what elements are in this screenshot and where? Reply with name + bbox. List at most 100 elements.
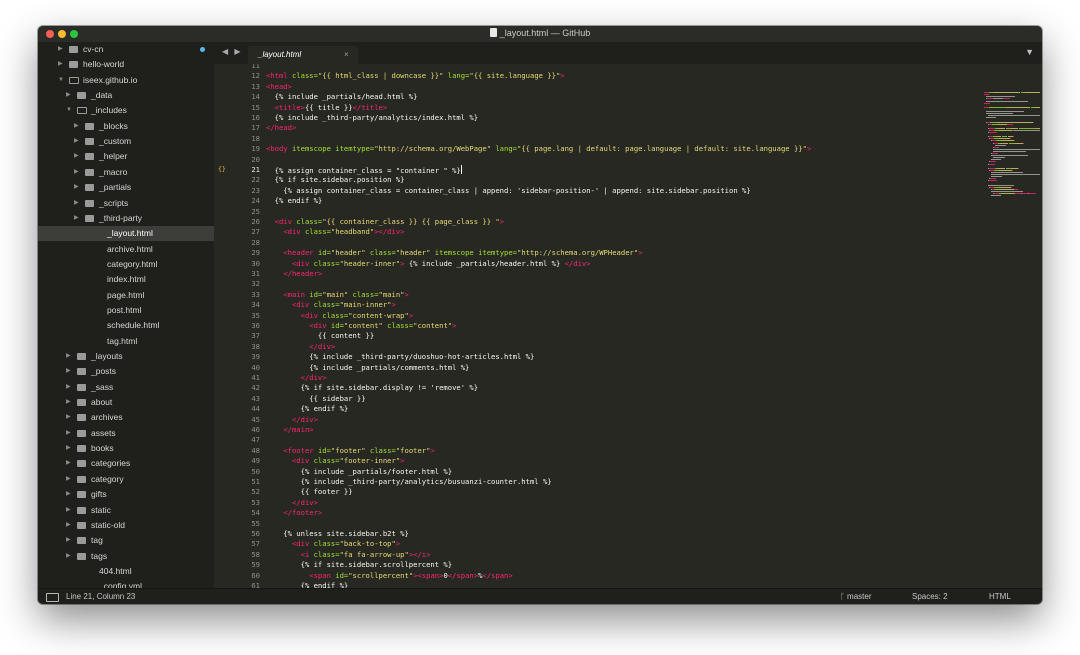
sidebar-folder[interactable]: ▶ categories bbox=[38, 456, 214, 471]
code-line[interactable]: <div class="header-inner"> {% include _p… bbox=[266, 259, 591, 269]
code-line[interactable]: {% assign container_class = container_cl… bbox=[266, 186, 750, 196]
sidebar-folder[interactable]: ▶ books bbox=[38, 441, 214, 456]
code-line[interactable]: <div class="main-inner"> bbox=[266, 300, 396, 310]
code-line[interactable]: {% include _partials/footer.html %} bbox=[266, 467, 452, 477]
code-line[interactable]: {% if site.sidebar.position %} bbox=[266, 175, 405, 185]
code-line[interactable]: {% endif %} bbox=[266, 404, 349, 414]
code-line[interactable]: {% include _partials/comments.html %} bbox=[266, 363, 469, 373]
minimap[interactable] bbox=[944, 64, 1042, 588]
sidebar-folder[interactable]: ▶ archives bbox=[38, 410, 214, 425]
sidebar-folder[interactable]: ▶ about bbox=[38, 395, 214, 410]
disclosure-closed-icon[interactable]: ▶ bbox=[66, 487, 71, 502]
code-line[interactable]: </header> bbox=[266, 269, 322, 279]
code-line[interactable]: {% include _third-party/duoshuo-hot-arti… bbox=[266, 352, 534, 362]
code-line[interactable]: </div> bbox=[266, 342, 335, 352]
code-line[interactable]: <div id="content" class="content"> bbox=[266, 321, 456, 331]
disclosure-closed-icon[interactable]: ▶ bbox=[74, 180, 79, 195]
code-line[interactable]: <body itemscope itemtype="http://schema.… bbox=[266, 144, 811, 154]
code-line[interactable]: <header id="header" class="header" items… bbox=[266, 248, 642, 258]
sidebar-folder[interactable]: ▶ static-old bbox=[38, 518, 214, 533]
disclosure-open-icon[interactable]: ▼ bbox=[58, 73, 64, 88]
sidebar-file[interactable]: schedule.html bbox=[38, 318, 214, 333]
code-editor[interactable]: {} 11 12 13 14 15 16 17 18 19 20 21 22 23 24 25 26 27 28 2… bbox=[214, 64, 944, 588]
sidebar-folder[interactable]: ▶ _third-party bbox=[38, 211, 214, 226]
code-line[interactable]: {% include _third-party/analytics/index.… bbox=[266, 113, 478, 123]
code-line[interactable]: <span id="scrollpercent"><span>0</span>%… bbox=[266, 571, 512, 581]
disclosure-closed-icon[interactable]: ▶ bbox=[58, 57, 63, 72]
code-line[interactable]: {% endif %} bbox=[266, 196, 323, 206]
sidebar-folder[interactable]: ▶ gifts bbox=[38, 487, 214, 502]
sidebar-file[interactable]: category.html bbox=[38, 257, 214, 272]
code-line[interactable]: {{ footer }} bbox=[266, 487, 353, 497]
code-line[interactable]: <html class="{{ html_class | downcase }}… bbox=[266, 71, 565, 81]
code-line[interactable]: {% include _partials/head.html %} bbox=[266, 92, 418, 102]
code-line[interactable]: <div class="{{ container_class }} {{ pag… bbox=[266, 217, 504, 227]
sidebar-file[interactable]: post.html bbox=[38, 303, 214, 318]
code-line[interactable]: </main> bbox=[266, 425, 313, 435]
sidebar-folder[interactable]: ▶ _helper bbox=[38, 149, 214, 164]
sidebar-folder[interactable]: ▼ _includes bbox=[38, 103, 214, 118]
disclosure-closed-icon[interactable]: ▶ bbox=[66, 456, 71, 471]
panel-toggle-icon[interactable] bbox=[46, 593, 59, 602]
code-line[interactable]: </div> bbox=[266, 415, 318, 425]
sidebar-file[interactable]: _layout.html bbox=[38, 226, 214, 242]
sidebar-file[interactable]: index.html bbox=[38, 272, 214, 287]
disclosure-closed-icon[interactable]: ▶ bbox=[66, 472, 71, 487]
disclosure-closed-icon[interactable]: ▶ bbox=[66, 395, 71, 410]
sidebar-folder[interactable]: ▶ assets bbox=[38, 426, 214, 441]
code-line[interactable]: <div class="headband"></div> bbox=[266, 227, 404, 237]
sidebar-file[interactable]: _config.yml bbox=[38, 579, 214, 588]
code-line[interactable]: <i class="fa fa-arrow-up"></i> bbox=[266, 550, 431, 560]
code-line[interactable]: </head> bbox=[266, 123, 296, 133]
sidebar-folder[interactable]: ▶ _partials bbox=[38, 180, 214, 195]
code-line[interactable]: <title>{{ title }}</title> bbox=[266, 103, 388, 113]
sidebar-folder[interactable]: ▶ _scripts bbox=[38, 196, 214, 211]
code-line[interactable]: <footer id="footer" class="footer"> bbox=[266, 446, 434, 456]
code-line[interactable]: {% if site.sidebar.display != 'remove' %… bbox=[266, 383, 478, 393]
disclosure-closed-icon[interactable]: ▶ bbox=[66, 380, 71, 395]
code-line[interactable]: {% endif %} bbox=[266, 581, 349, 588]
sidebar-folder[interactable]: ▶ static bbox=[38, 503, 214, 518]
sidebar-folder[interactable]: ▶ _macro bbox=[38, 165, 214, 180]
sidebar-folder[interactable]: ▶ _posts bbox=[38, 364, 214, 379]
sidebar-folder[interactable]: ▶ _layouts bbox=[38, 349, 214, 364]
code-line[interactable]: <div class="footer-inner"> bbox=[266, 456, 405, 466]
code-line[interactable]: <div class="back-to-top"> bbox=[266, 539, 400, 549]
sidebar-folder[interactable]: ▶ tags bbox=[38, 549, 214, 564]
tab-layout-html[interactable]: _layout.html × bbox=[248, 46, 358, 64]
disclosure-closed-icon[interactable]: ▶ bbox=[58, 42, 63, 57]
code-line[interactable]: {% if site.sidebar.scrollpercent %} bbox=[266, 560, 452, 570]
code-line[interactable]: {% include _third-party/analytics/busuan… bbox=[266, 477, 552, 487]
tab-nav-arrows[interactable]: ◀ ▶ bbox=[222, 47, 243, 56]
tab-dropdown-icon[interactable]: ▼ bbox=[1025, 47, 1034, 57]
disclosure-closed-icon[interactable]: ▶ bbox=[74, 196, 79, 211]
code-line[interactable]: {{ content }} bbox=[266, 331, 374, 341]
disclosure-closed-icon[interactable]: ▶ bbox=[66, 441, 71, 456]
disclosure-open-icon[interactable]: ▼ bbox=[66, 103, 72, 118]
git-branch[interactable]: ᚴ master bbox=[840, 592, 871, 601]
disclosure-closed-icon[interactable]: ▶ bbox=[66, 533, 71, 548]
sidebar-folder[interactable]: ▶ _data bbox=[38, 88, 214, 103]
code-line[interactable]: {{ sidebar }} bbox=[266, 394, 365, 404]
code-line[interactable]: </div> bbox=[266, 373, 327, 383]
disclosure-closed-icon[interactable]: ▶ bbox=[74, 119, 79, 134]
sidebar-folder[interactable]: ▶ cv-cn bbox=[38, 42, 214, 57]
disclosure-closed-icon[interactable]: ▶ bbox=[74, 211, 79, 226]
disclosure-closed-icon[interactable]: ▶ bbox=[66, 503, 71, 518]
code-line[interactable]: <div class="content-wrap"> bbox=[266, 311, 414, 321]
sidebar-file[interactable]: page.html bbox=[38, 288, 214, 303]
disclosure-closed-icon[interactable]: ▶ bbox=[66, 364, 71, 379]
disclosure-closed-icon[interactable]: ▶ bbox=[74, 134, 79, 149]
code-line[interactable]: <head> bbox=[266, 82, 292, 92]
sidebar-folder[interactable]: ▶ _blocks bbox=[38, 119, 214, 134]
indentation-setting[interactable]: Spaces: 2 bbox=[912, 592, 948, 601]
tab-close-icon[interactable]: × bbox=[344, 50, 349, 59]
sidebar-file[interactable]: archive.html bbox=[38, 242, 214, 257]
disclosure-closed-icon[interactable]: ▶ bbox=[74, 149, 79, 164]
sidebar-folder[interactable]: ▼ iseex.github.io bbox=[38, 73, 214, 88]
disclosure-closed-icon[interactable]: ▶ bbox=[66, 88, 71, 103]
disclosure-closed-icon[interactable]: ▶ bbox=[66, 349, 71, 364]
code-line[interactable]: </footer> bbox=[266, 508, 322, 518]
sidebar-file[interactable]: tag.html bbox=[38, 334, 214, 349]
sidebar-folder[interactable]: ▶ category bbox=[38, 472, 214, 487]
